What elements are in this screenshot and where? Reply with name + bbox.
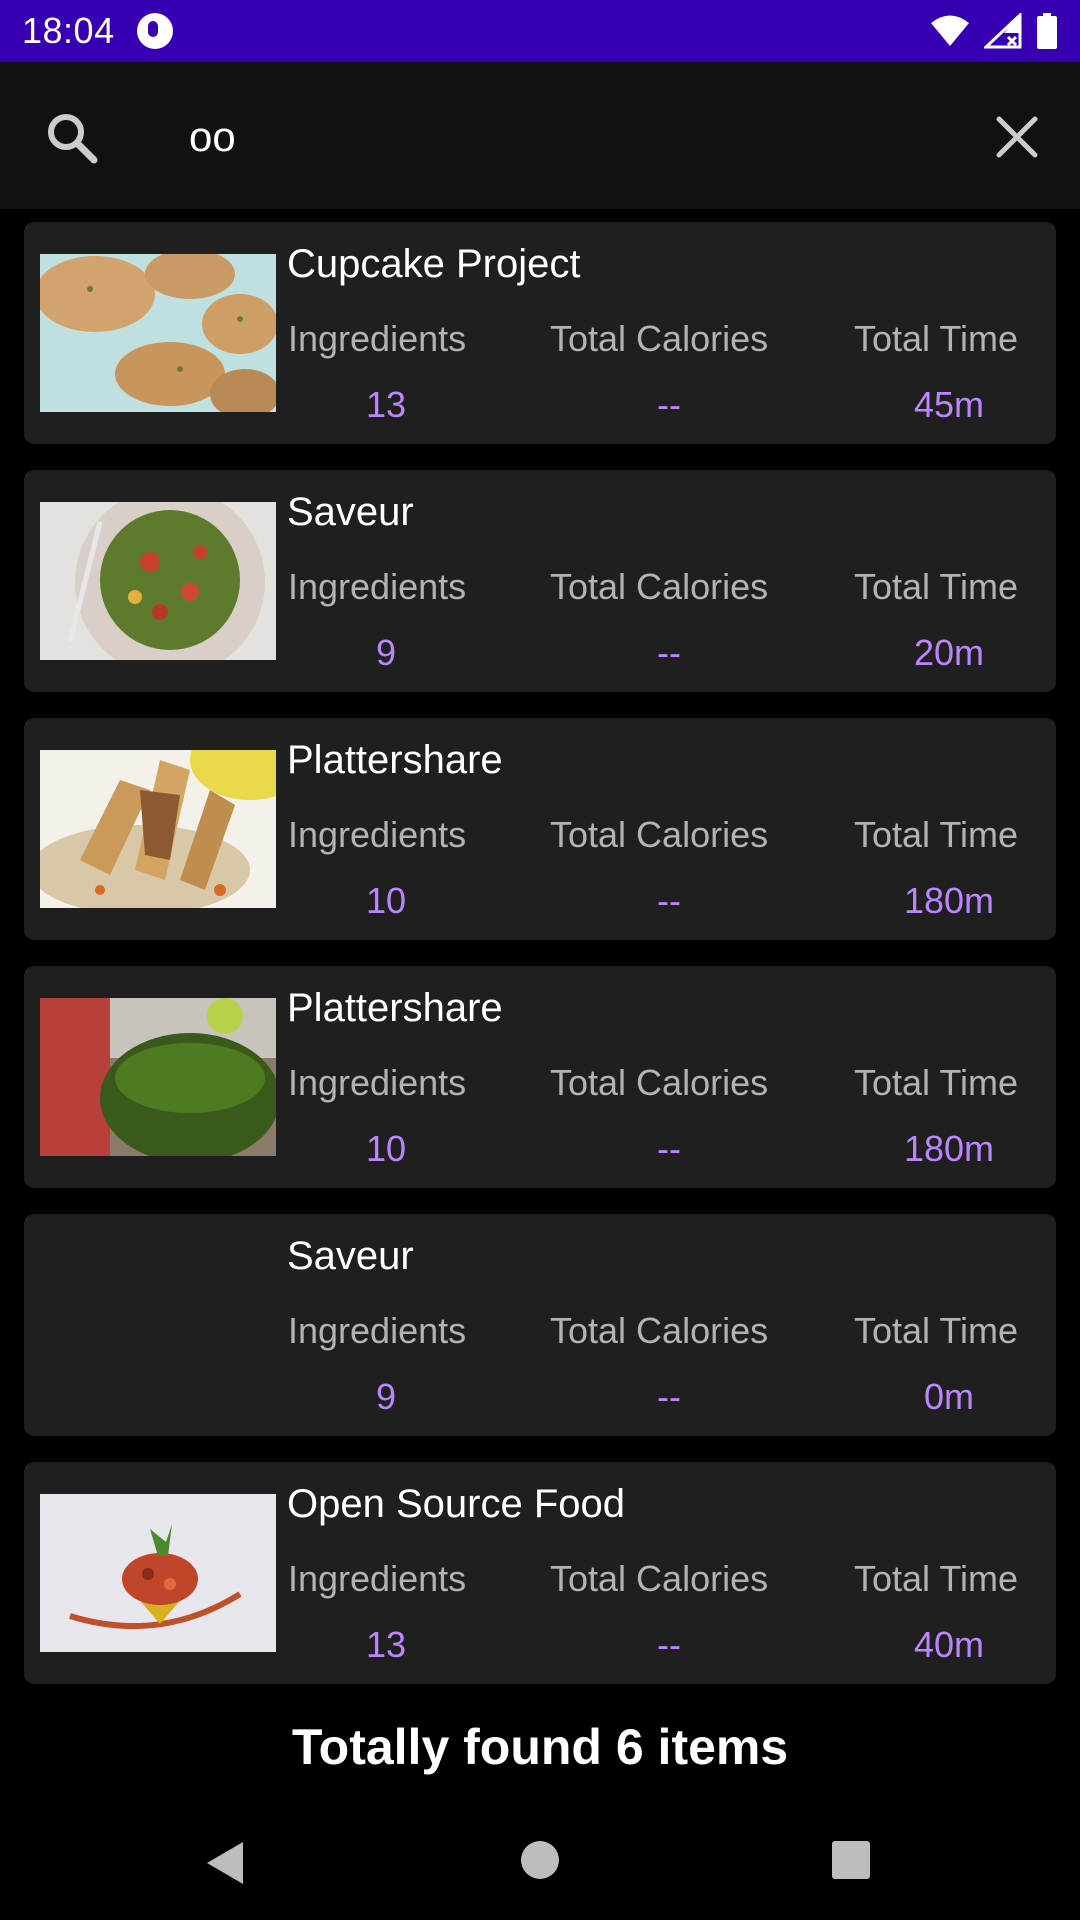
- close-icon[interactable]: [992, 112, 1042, 167]
- status-time: 18:04: [22, 10, 115, 51]
- search-icon[interactable]: [46, 112, 98, 164]
- calories-value: --: [657, 632, 681, 673]
- navigation-bar: [0, 1810, 1080, 1920]
- ingredients-value: 10: [365, 880, 407, 921]
- battery-icon: [1037, 13, 1057, 49]
- cell-signal-icon: [984, 13, 1022, 49]
- recipe-card[interactable]: Plattershare Ingredients Total Calories …: [24, 718, 1056, 940]
- ingredients-label: Ingredients: [288, 814, 467, 855]
- time-label: Total Time: [854, 1310, 1019, 1351]
- time-value: 180m: [903, 880, 995, 921]
- recipe-title: Open Source Food: [287, 1482, 625, 1526]
- recipe-card[interactable]: Saveur Ingredients Total Calories Total …: [24, 470, 1056, 692]
- search-bar: [0, 62, 1080, 209]
- time-label: Total Time: [854, 1062, 1019, 1103]
- ingredients-value: 9: [375, 1376, 397, 1417]
- results-summary: Totally found 6 items: [291, 1719, 789, 1775]
- back-icon[interactable]: [205, 1840, 245, 1886]
- recipe-image: [40, 502, 276, 660]
- recipe-image: [40, 1494, 276, 1652]
- ingredients-value: 13: [365, 384, 407, 425]
- app-notification-icon: [136, 13, 173, 49]
- time-value: 180m: [903, 1128, 995, 1169]
- calories-label: Total Calories: [550, 1310, 769, 1351]
- time-value: 45m: [913, 384, 985, 425]
- recents-icon[interactable]: [831, 1840, 871, 1880]
- ingredients-label: Ingredients: [288, 318, 467, 359]
- recipe-card[interactable]: Saveur Ingredients Total Calories Total …: [24, 1214, 1056, 1436]
- time-value: 40m: [913, 1624, 985, 1665]
- ingredients-label: Ingredients: [288, 566, 467, 607]
- calories-label: Total Calories: [550, 814, 769, 855]
- calories-label: Total Calories: [550, 1558, 769, 1599]
- calories-label: Total Calories: [550, 566, 769, 607]
- recipe-image: [40, 750, 276, 908]
- calories-value: --: [657, 1624, 681, 1665]
- recipe-title: Saveur: [287, 1234, 414, 1278]
- recipe-title: Plattershare: [287, 986, 503, 1030]
- ingredients-label: Ingredients: [288, 1062, 467, 1103]
- home-icon[interactable]: [520, 1840, 560, 1880]
- ingredients-label: Ingredients: [288, 1310, 467, 1351]
- time-label: Total Time: [854, 566, 1019, 607]
- time-label: Total Time: [854, 814, 1019, 855]
- calories-value: --: [657, 384, 681, 425]
- recipe-image: [40, 998, 276, 1156]
- calories-label: Total Calories: [550, 1062, 769, 1103]
- ingredients-value: 9: [375, 632, 397, 673]
- calories-label: Total Calories: [550, 318, 769, 359]
- time-label: Total Time: [854, 318, 1019, 359]
- recipe-card[interactable]: Plattershare Ingredients Total Calories …: [24, 966, 1056, 1188]
- recipe-title: Plattershare: [287, 738, 503, 782]
- calories-value: --: [657, 1376, 681, 1417]
- time-label: Total Time: [854, 1558, 1019, 1599]
- search-input[interactable]: [189, 102, 949, 172]
- ingredients-label: Ingredients: [288, 1558, 467, 1599]
- status-bar: 18:04: [0, 0, 1080, 62]
- calories-value: --: [657, 880, 681, 921]
- recipe-title: Cupcake Project: [287, 242, 581, 286]
- time-value: 20m: [913, 632, 985, 673]
- recipe-title: Saveur: [287, 490, 414, 534]
- recipe-card[interactable]: Cupcake Project Ingredients Total Calori…: [24, 222, 1056, 444]
- ingredients-value: 13: [365, 1624, 407, 1665]
- ingredients-value: 10: [365, 1128, 407, 1169]
- status-icons: [930, 13, 1058, 49]
- recipe-card[interactable]: Open Source Food Ingredients Total Calor…: [24, 1462, 1056, 1684]
- recipe-list: Cupcake Project Ingredients Total Calori…: [24, 222, 1056, 1710]
- calories-value: --: [657, 1128, 681, 1169]
- wifi-icon: [931, 15, 969, 46]
- time-value: 0m: [923, 1376, 974, 1417]
- recipe-image: [40, 254, 276, 412]
